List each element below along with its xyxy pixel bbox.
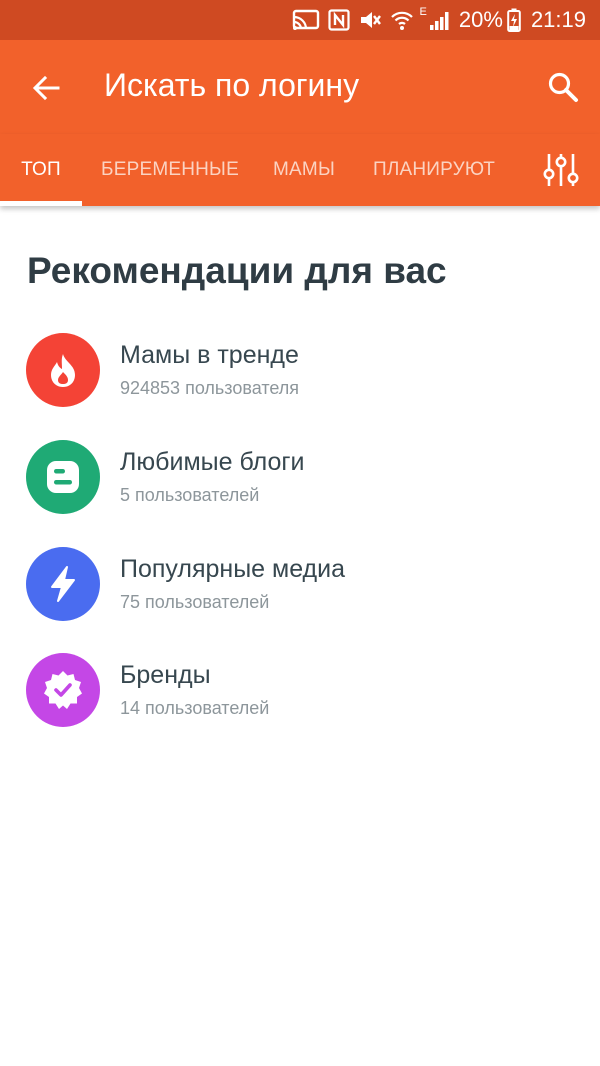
lightning-icon [26,547,100,621]
filter-button[interactable] [532,144,590,196]
battery-charging-icon [507,8,521,32]
sliders-icon [541,152,581,188]
tab-moms[interactable]: МАМЫ [260,134,348,206]
recommendation-item-trending-moms[interactable]: Мамы в тренде 924853 пользователя [0,333,600,433]
item-user-count: 75 пользователей [120,592,270,612]
recommendation-item-brands[interactable]: Бренды 14 пользователей [0,653,600,753]
item-name: Мамы в тренде [120,341,299,369]
back-button[interactable] [24,66,68,110]
recommendation-item-popular-media[interactable]: Популярные медиа 75 пользователей [0,547,600,647]
tab-planning[interactable]: ПЛАНИРУЮТ [360,134,508,206]
nfc-icon [327,9,350,31]
recommendation-item-favorite-blogs[interactable]: Любимые блоги 5 пользователей [0,440,600,540]
clock: 21:19 [530,7,586,32]
cast-icon [292,9,320,31]
tab-bar: ТОП БЕРЕМЕННЫЕ МАМЫ ПЛАНИРУЮТ [0,134,600,206]
wifi-icon [390,9,414,31]
item-user-count: 924853 пользователя [120,378,300,398]
mute-icon [358,9,382,31]
battery-percent: 20% [458,7,503,32]
tab-pregnant[interactable]: БЕРЕМЕННЫЕ [92,134,248,206]
search-button[interactable] [540,64,586,110]
tab-top[interactable]: ТОП [0,134,82,206]
blog-icon [26,440,100,514]
signal-icon [429,9,453,31]
arrow-left-icon [31,73,61,103]
item-name: Бренды [120,661,211,689]
app-toolbar: Искать по логину [0,40,600,134]
fire-icon [26,333,100,407]
item-name: Популярные медиа [120,555,346,583]
item-user-count: 14 пользователей [120,698,270,718]
page-title: Искать по логину [104,67,360,103]
status-bar: E 20% 21:19 [0,0,600,40]
tab-active-indicator [0,201,82,206]
item-user-count: 5 пользователей [120,485,260,505]
search-icon [547,71,579,103]
item-name: Любимые блоги [120,448,305,476]
section-title: Рекомендации для вас [27,250,447,291]
verified-badge-icon [26,653,100,727]
network-type-label: E [419,6,427,18]
